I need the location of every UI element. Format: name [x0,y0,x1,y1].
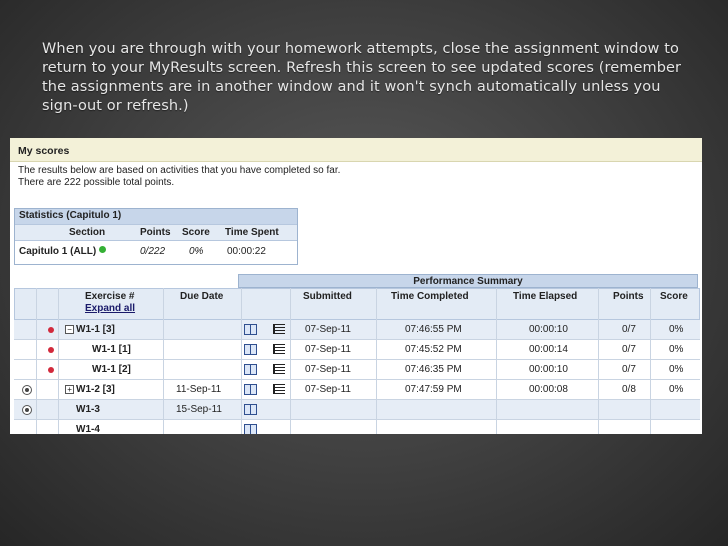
score-cell: 0% [669,324,684,335]
points-cell: 0/7 [622,344,636,355]
score-cell: 0% [669,364,684,375]
due-date-cell: 11-Sep-11 [176,384,222,395]
time-elapsed-cell: 00:00:14 [529,344,568,355]
grid-line [650,288,651,434]
expand-all-link[interactable]: Expand all [85,303,135,314]
col-time-elapsed: Time Elapsed [513,291,578,302]
book-icon[interactable] [244,384,257,395]
submitted-cell: 07-Sep-11 [305,324,351,335]
stat-points: 0/222 [140,246,166,257]
grid-line [36,288,37,434]
time-elapsed-cell: 00:00:10 [529,324,568,335]
exercise-cell[interactable]: W1-2 [3] [76,384,115,395]
grid-line [58,288,59,434]
col-points: Points [140,227,171,238]
book-icon[interactable] [244,324,257,335]
col-score: Score [182,227,210,238]
points-cell: 0/8 [622,384,636,395]
score-cell: 0% [669,344,684,355]
statistics-title: Statistics (Capitulo 1) [19,210,122,221]
red-status-dot-icon [48,367,54,373]
book-icon[interactable] [244,364,257,375]
performance-summary-title: Performance Summary [413,276,523,287]
stat-time-spent: 00:00:22 [227,246,266,257]
list-icon[interactable] [273,384,285,394]
radio-button[interactable] [22,385,32,395]
exercise-cell[interactable]: W1-4 [76,424,100,434]
submitted-cell: 07-Sep-11 [305,344,351,355]
exercise-cell[interactable]: W1-1 [2] [92,364,131,375]
performance-summary-title-bar: Performance Summary [238,274,698,288]
list-icon[interactable] [273,364,285,374]
green-status-dot-icon [99,246,107,253]
statistics-row: Capitulo 1 (ALL) 0/222 0% 00:00:22 [15,241,297,263]
exercise-cell[interactable]: W1-1 [1] [92,344,131,355]
submitted-cell: 07-Sep-11 [305,384,351,395]
time-elapsed-cell: 00:00:10 [529,364,568,375]
col-submitted: Submitted [303,291,352,302]
score-cell: 0% [669,384,684,395]
my-scores-title: My scores [18,145,70,157]
slide-caption: When you are through with your homework … [42,41,682,114]
grid-line [598,288,599,434]
points-cell: 0/7 [622,324,636,335]
col-exercise: Exercise # [85,291,135,302]
time-completed-cell: 07:45:52 PM [405,344,462,355]
book-icon[interactable] [244,344,257,355]
col-score: Score [660,291,688,302]
list-icon[interactable] [273,344,285,354]
statistics-table: Statistics (Capitulo 1) Section Points S… [14,208,298,265]
points-cell: 0/7 [622,364,636,375]
time-completed-cell: 07:46:35 PM [405,364,462,375]
stat-score: 0% [189,246,204,257]
grid-line [241,288,242,434]
col-time-spent: Time Spent [225,227,279,238]
intro-line-2: There are 222 possible total points. [18,177,175,188]
grid-line [290,288,291,434]
time-elapsed-cell: 00:00:08 [529,384,568,395]
submitted-cell: 07-Sep-11 [305,364,351,375]
red-status-dot-icon [48,347,54,353]
stat-section-label: Capitulo 1 (ALL) [19,246,97,257]
book-icon[interactable] [244,404,257,415]
grid-line [163,288,164,434]
exercise-cell[interactable]: W1-3 [76,404,100,415]
grid-line [376,288,377,434]
time-completed-cell: 07:46:55 PM [405,324,462,335]
myresults-screenshot: My scores The results below are based on… [10,138,702,434]
statistics-header: Section Points Score Time Spent [15,224,297,241]
due-date-cell: 15-Sep-11 [176,404,222,415]
my-scores-bar: My scores [10,138,702,162]
red-status-dot-icon [48,327,54,333]
intro-line-1: The results below are based on activitie… [18,165,341,176]
list-icon[interactable] [273,324,285,334]
scores-intro: The results below are based on activitie… [18,165,340,189]
time-completed-cell: 07:47:59 PM [405,384,462,395]
expand-icon[interactable]: + [65,385,74,394]
col-due-date: Due Date [180,291,224,302]
radio-button[interactable] [22,405,32,415]
book-icon[interactable] [244,424,257,434]
col-time-completed: Time Completed [391,291,469,302]
stat-section[interactable]: Capitulo 1 (ALL) [19,246,107,257]
col-section: Section [69,227,106,238]
col-points: Points [613,291,644,302]
collapse-icon[interactable]: − [65,325,74,334]
grid-line [496,288,497,434]
exercise-cell[interactable]: W1-1 [3] [76,324,115,335]
